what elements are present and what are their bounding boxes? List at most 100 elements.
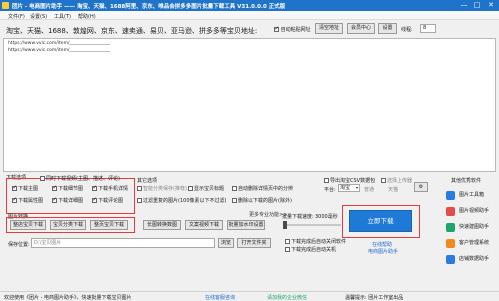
- menu-file[interactable]: 文件(F): [8, 13, 25, 20]
- sync-video-label: 同时下载视频(主图、描述、评论): [46, 176, 120, 182]
- mobile-detail-label: 下载手机详情: [98, 186, 129, 192]
- radio-normal-label: 普通: [364, 187, 375, 193]
- side-item-shop-data[interactable]: 店铺数据助手: [446, 253, 498, 266]
- show-title-option[interactable]: 显示宝贝标题: [188, 185, 224, 192]
- side-item-label: 图片视频助手: [459, 208, 490, 214]
- window-title: 团片 - 电商图片助手 —— 淘宝、天猫、1688阿里、京东、唯品会拼多多图片批…: [12, 4, 286, 10]
- sync-video-check[interactable]: [40, 176, 45, 181]
- uploader-check[interactable]: [381, 178, 386, 183]
- status-support-link[interactable]: 在线客服咨询: [205, 294, 235, 301]
- side-panel-title: 其他优秀软件: [451, 178, 482, 184]
- save-location-input[interactable]: D:\宝贝图片: [31, 238, 215, 248]
- auto-delete-check[interactable]: [232, 186, 237, 191]
- member-center-button[interactable]: 会员中心: [347, 23, 375, 34]
- close-after-check[interactable]: [285, 239, 290, 244]
- speed-value: 3000毫秒: [315, 214, 338, 220]
- delete-downloaded-option[interactable]: 删除以下载的图片(除外): [232, 197, 292, 204]
- auto-paste-check[interactable]: [274, 26, 279, 32]
- main-image-check[interactable]: [12, 185, 17, 191]
- side-item-label: 客户管理系统: [459, 240, 490, 246]
- export-csv-check[interactable]: [324, 178, 329, 183]
- status-wechat-link[interactable]: 请加我的企业微信: [267, 294, 307, 301]
- option-mobile-detail[interactable]: 下载手机详情: [92, 185, 128, 192]
- menu-settings[interactable]: 设置(S): [30, 13, 47, 20]
- toolbox-icon: [446, 191, 455, 200]
- auto-delete-label: 自动删除详情页中的分辨: [238, 186, 294, 192]
- smart-category-label: 智能分类保存(推荐): [143, 186, 187, 192]
- side-item-crm[interactable]: 客户管理系统: [446, 237, 498, 250]
- radio-normal[interactable]: 普通: [364, 186, 374, 193]
- video-download-button[interactable]: 文案视频下载: [185, 220, 223, 230]
- watermark-button[interactable]: 批量加水印设置: [227, 220, 265, 230]
- mobile-detail-check[interactable]: [92, 185, 97, 191]
- settings-button[interactable]: 设置: [378, 23, 397, 34]
- option-review-image[interactable]: 下载评论图: [92, 197, 123, 204]
- filter-duplicates-check[interactable]: [137, 198, 142, 203]
- detail-image-label: 下载细节图: [58, 186, 84, 192]
- side-item-video-helper[interactable]: 图片视频助手: [446, 205, 498, 218]
- uploader-option[interactable]: 选择上传器: [381, 177, 412, 184]
- delete-downloaded-check[interactable]: [232, 198, 237, 203]
- speed-label: 批量下载速度:: [282, 214, 314, 220]
- clear-urls-button[interactable]: 清空地址: [315, 23, 343, 34]
- smart-category-option[interactable]: 智能分类保存(推荐): [137, 185, 187, 192]
- long-image-button[interactable]: 长图转换数图: [143, 220, 181, 230]
- detail-image-check[interactable]: [52, 185, 57, 191]
- option-main-image[interactable]: 下载主图: [12, 185, 38, 192]
- category-download-button[interactable]: 宝贝分类下载: [50, 220, 86, 230]
- shop-download-button[interactable]: 整店宝贝下载: [10, 220, 46, 230]
- menu-tools[interactable]: 工具(T): [54, 13, 71, 20]
- delete-downloaded-label: 删除以下载的图片(除外): [238, 198, 292, 204]
- sync-video-checkbox[interactable]: 同时下载视频(主图、描述、评论): [40, 175, 120, 182]
- url-textarea[interactable]: https://www.vvic.com/item/______________…: [3, 38, 496, 172]
- browse-button[interactable]: 浏览: [218, 238, 234, 248]
- filter-duplicates-option[interactable]: 过滤重复的图片(100像素以下不过滤): [137, 197, 226, 204]
- option-attribute-image[interactable]: 下载属性图: [12, 197, 43, 204]
- side-item-image-toolbox[interactable]: 图片工具箱: [446, 189, 498, 202]
- app-link[interactable]: 电商图片助手: [368, 248, 398, 255]
- url-hint-label: 淘宝、天猫、1688、敦煌网、京东、速卖通、易贝、亚马逊、拼多多等宝贝地址:: [6, 27, 258, 35]
- chevron-down-icon: ▾: [355, 185, 358, 190]
- radio-tmall[interactable]: 天猫: [388, 186, 398, 193]
- shutdown-after-check[interactable]: [285, 247, 290, 252]
- close-button[interactable]: ✕: [485, 1, 497, 10]
- platform-value: 淘宝: [340, 185, 351, 191]
- close-after-option[interactable]: 下载完成后自动关闭软件: [285, 238, 346, 245]
- menu-help[interactable]: 帮助(H): [78, 13, 96, 20]
- side-item-quick-build[interactable]: 快速建图助手: [446, 221, 498, 234]
- full-detail-check[interactable]: [52, 197, 57, 203]
- speed-slider-track[interactable]: [285, 224, 341, 226]
- option-detail-image[interactable]: 下载细节图: [52, 185, 83, 192]
- speed-slider-thumb[interactable]: [283, 221, 287, 229]
- url-line: https://www.vvic.com/item/______________…: [8, 41, 110, 46]
- threads-input[interactable]: 8: [420, 24, 436, 33]
- download-now-button[interactable]: 立即下载: [349, 210, 412, 232]
- open-folder-button[interactable]: 打开文件夹: [237, 238, 271, 248]
- help-link[interactable]: 在线帮助: [372, 241, 392, 248]
- platform-settings-button[interactable]: ⚙: [414, 182, 428, 192]
- chart-icon: [446, 255, 455, 264]
- show-title-label: 显示宝贝标题: [194, 186, 225, 192]
- auto-delete-option[interactable]: 自动删除详情页中的分辨: [232, 185, 293, 192]
- auto-paste-label: 自动粘贴网址: [280, 27, 311, 33]
- review-image-check[interactable]: [92, 197, 97, 203]
- show-title-check[interactable]: [188, 186, 193, 191]
- other-options-title: 其它选项: [137, 178, 158, 184]
- page-download-button[interactable]: 整页宝贝下载: [90, 220, 128, 230]
- option-full-detail[interactable]: 下载详细图: [52, 197, 83, 204]
- maximize-button[interactable]: □: [471, 1, 483, 10]
- gear-icon: ⚙: [418, 184, 424, 190]
- attribute-image-label: 下载属性图: [18, 198, 44, 204]
- auto-paste-checkbox[interactable]: 自动粘贴网址: [274, 26, 311, 33]
- shutdown-after-option[interactable]: 下载完成后自动关机: [285, 246, 336, 253]
- platform-select[interactable]: 淘宝 ▾: [338, 184, 360, 192]
- threads-label: 线程:: [401, 27, 413, 33]
- build-icon: [446, 223, 455, 232]
- smart-category-check[interactable]: [137, 186, 142, 191]
- minimize-button[interactable]: —: [458, 1, 470, 10]
- attribute-image-check[interactable]: [12, 197, 17, 203]
- side-item-label: 快速建图助手: [459, 224, 490, 230]
- url-toolbar: 淘宝、天猫、1688、敦煌网、京东、速卖通、易贝、亚马逊、拼多多等宝贝地址: 自…: [0, 20, 499, 38]
- app-icon: [2, 2, 9, 9]
- export-csv-option[interactable]: 导出淘宝CSV数据包: [324, 177, 375, 184]
